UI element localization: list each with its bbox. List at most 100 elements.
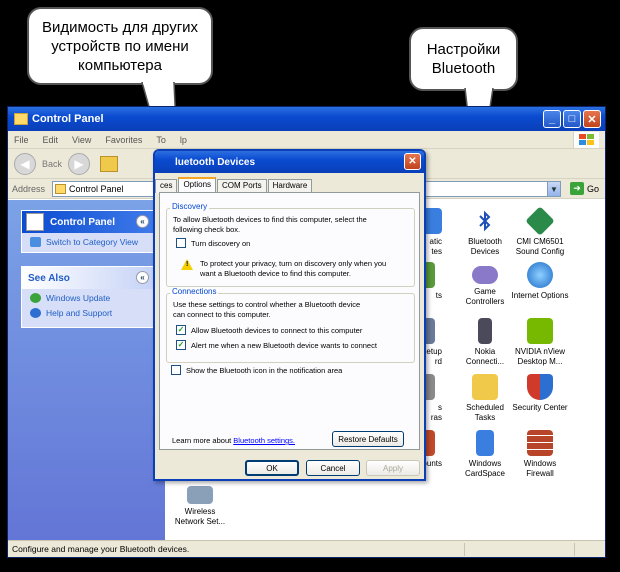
windows-logo-icon (573, 132, 599, 148)
menu-file[interactable]: File (14, 135, 29, 145)
discovery-checkbox[interactable] (176, 238, 186, 248)
dialog-close-button[interactable]: ✕ (404, 153, 421, 170)
menu-help[interactable]: lp (180, 135, 187, 145)
windows-update-link[interactable]: Windows Update (22, 289, 153, 307)
security-center-label: Security Center (512, 403, 568, 412)
collapse-icon[interactable]: « (136, 215, 149, 228)
wireless-network-icon (187, 486, 213, 504)
address-folder-icon (55, 184, 66, 194)
phone-icon (478, 318, 492, 344)
wireless-network-setup-item[interactable]: Wireless Network Set... (170, 482, 230, 527)
tab-hardware[interactable]: Hardware (267, 179, 313, 193)
nvidia-icon (527, 318, 553, 344)
callout-settings: Настройки Bluetooth (409, 27, 518, 91)
callout-discovery: Видимость для других устройств по имени … (27, 7, 213, 85)
connections-group-label: Connections (170, 287, 219, 296)
address-dropdown-icon[interactable]: ▼ (547, 181, 561, 197)
security-center-item[interactable]: Security Center (510, 374, 570, 413)
menubar: File Edit View Favorites To lp (8, 131, 605, 149)
tab-com-ports[interactable]: COM Ports (217, 179, 267, 193)
status-divider (574, 543, 575, 556)
tab-devices[interactable]: ces (155, 179, 178, 193)
status-text: Configure and manage your Bluetooth devi… (12, 544, 190, 554)
learn-more-text: Learn more about Bluetooth settings. (172, 436, 295, 446)
nvidia-nview-item[interactable]: NVIDIA nView Desktop M... (510, 318, 570, 367)
shield-icon (527, 374, 553, 400)
allow-connect-checkbox[interactable]: ✓ (176, 325, 186, 335)
forward-arrow-icon[interactable]: ▶ (68, 152, 91, 175)
scheduled-tasks-item[interactable]: Scheduled Tasks (455, 374, 515, 423)
partial-label-1: atic (429, 237, 442, 246)
alert-new-device-label[interactable]: Alert me when a new Bluetooth device wan… (191, 341, 377, 351)
status-bar: Configure and manage your Bluetooth devi… (8, 540, 605, 557)
cmi-sound-config-item[interactable]: CMI CM6501 Sound Config (510, 206, 570, 257)
discovery-checkbox-label[interactable]: Turn discovery on (191, 239, 250, 249)
game-controllers-item[interactable]: Game Controllers (455, 262, 515, 307)
nokia-connectivity-label: Nokia Connecti... (465, 347, 505, 366)
cmi-sound-config-label: CMI CM6501 Sound Config (515, 237, 565, 256)
partial-label-3: ts (435, 291, 442, 300)
control-panel-icon (14, 113, 28, 125)
menu-favorites[interactable]: Favorites (105, 135, 142, 145)
windows-cardspace-label: Windows CardSpace (464, 459, 506, 478)
see-also-header[interactable]: See Also « (22, 267, 153, 289)
internet-options-item[interactable]: Internet Options (510, 262, 570, 301)
game-controllers-label: Game Controllers (465, 287, 505, 306)
nokia-connectivity-item[interactable]: Nokia Connecti... (455, 318, 515, 367)
minimize-button[interactable]: _ (543, 110, 561, 128)
windows-firewall-item[interactable]: Windows Firewall (510, 430, 570, 479)
show-icon-label[interactable]: Show the Bluetooth icon in the notificat… (186, 366, 342, 376)
bluetooth-devices-label: Bluetooth Devices (468, 237, 502, 256)
bluetooth-devices-item[interactable]: Bluetooth Devices (455, 208, 515, 257)
callout-settings-text: Настройки Bluetooth (426, 41, 501, 77)
restore-defaults-button[interactable]: Restore Defaults (332, 431, 404, 447)
tab-options[interactable]: Options (178, 177, 217, 193)
maximize-button[interactable]: □ (563, 110, 581, 128)
partial-label-6: s (438, 403, 442, 412)
sound-config-icon (525, 206, 555, 236)
go-arrow-icon: ➜ (569, 182, 584, 195)
bluetooth-settings-link[interactable]: Bluetooth settings. (233, 436, 295, 445)
ok-button[interactable]: OK (245, 460, 299, 476)
windows-firewall-label: Windows Firewall (523, 459, 557, 478)
back-label[interactable]: Back (42, 159, 62, 169)
globe-icon (527, 262, 553, 288)
menu-edit[interactable]: Edit (43, 135, 59, 145)
dialog-titlebar[interactable]: luetooth Devices ✕ (155, 151, 424, 173)
menu-tools[interactable]: To (156, 135, 166, 145)
privacy-text: To protect your privacy, turn on discove… (200, 259, 387, 278)
status-divider (464, 543, 465, 556)
switch-view-icon (30, 237, 41, 247)
warning-icon-mark: ! (186, 261, 189, 268)
collapse-icon[interactable]: « (136, 271, 149, 284)
switch-category-link[interactable]: Switch to Category View (22, 233, 153, 251)
up-folder-icon[interactable] (100, 155, 119, 172)
apply-button[interactable]: Apply (366, 460, 420, 476)
menu-view[interactable]: View (72, 135, 91, 145)
control-panel-header-label: Control Panel (50, 216, 116, 228)
show-icon-checkbox[interactable] (171, 365, 181, 375)
bluetooth-icon (472, 208, 498, 234)
clock-folder-icon (472, 374, 498, 400)
allow-connect-label[interactable]: Allow Bluetooth devices to connect to th… (191, 326, 362, 336)
control-panel-header[interactable]: Control Panel « (22, 211, 153, 233)
gamepad-icon (472, 266, 498, 284)
alert-new-device-checkbox[interactable]: ✓ (176, 340, 186, 350)
cancel-button[interactable]: Cancel (306, 460, 360, 476)
options-tab-page: Discovery To allow Bluetooth devices to … (159, 192, 420, 450)
learn-more-prefix: Learn more about (172, 436, 234, 445)
scheduled-tasks-label: Scheduled Tasks (466, 403, 504, 422)
partial-label-7: ras (430, 413, 442, 422)
back-arrow-icon[interactable]: ◀ (14, 152, 36, 175)
connections-text: Use these settings to control whether a … (173, 300, 361, 319)
help-support-link[interactable]: Help and Support (22, 307, 153, 322)
callout-discovery-text: Видимость для других устройств по имени … (41, 18, 199, 74)
window-titlebar[interactable]: Control Panel _ □ ✕ (8, 107, 605, 131)
internet-options-label: Internet Options (511, 291, 569, 300)
see-also-title: See Also (28, 272, 70, 284)
go-button[interactable]: ➜ Go (569, 182, 599, 195)
help-support-label: Help and Support (46, 308, 113, 318)
partial-label-5: rd (434, 357, 442, 366)
windows-cardspace-item[interactable]: Windows CardSpace (455, 430, 515, 479)
close-button[interactable]: ✕ (583, 110, 601, 128)
